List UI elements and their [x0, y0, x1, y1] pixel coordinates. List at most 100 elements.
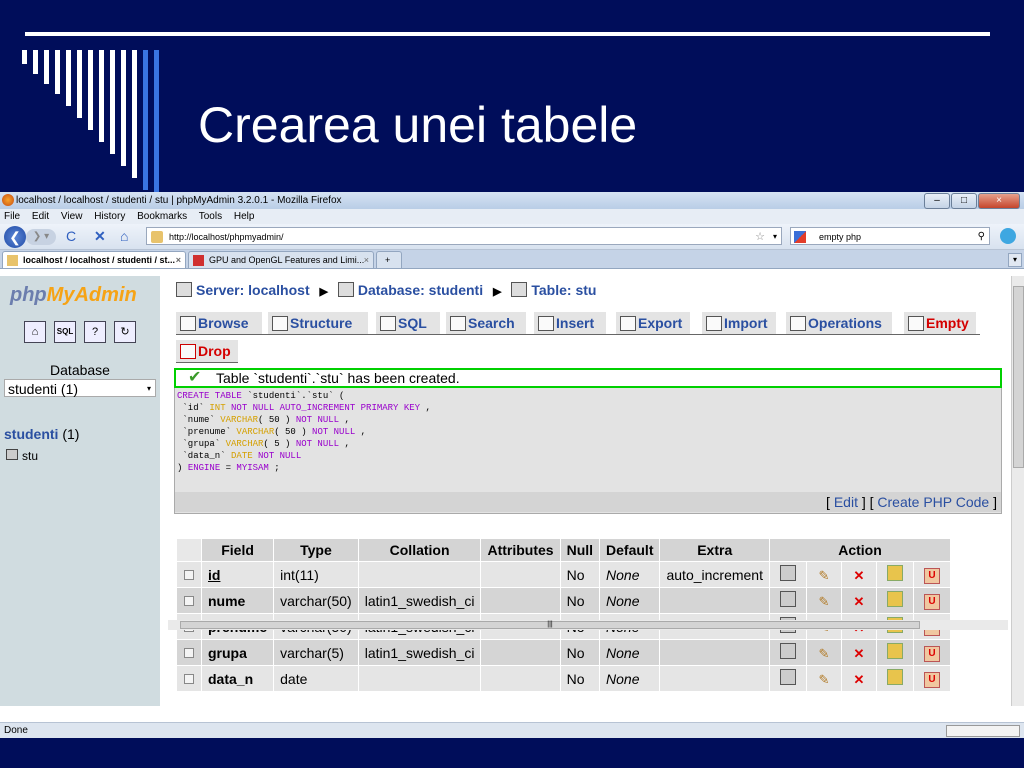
reload-icon[interactable]: ↻: [114, 321, 136, 343]
row-checkbox[interactable]: [184, 673, 194, 684]
field-collation: [358, 562, 481, 587]
tab-operations[interactable]: Operations: [786, 312, 892, 334]
col-type: Type: [274, 539, 358, 561]
browse-icon: [180, 316, 196, 331]
stop-icon[interactable]: ✕: [94, 228, 106, 244]
edit-sql-link[interactable]: Edit: [834, 494, 858, 510]
browse-distinct-icon[interactable]: [780, 669, 796, 685]
edit-pencil-icon[interactable]: ✎: [817, 672, 831, 687]
unique-icon[interactable]: U: [924, 646, 940, 662]
tab-gpu-features[interactable]: GPU and OpenGL Features and Limi... ×: [188, 251, 374, 268]
sql-query-box: CREATE TABLE `studenti`.`stu` ( `id` INT…: [174, 388, 1002, 514]
sql-query-icon[interactable]: SQL: [54, 321, 76, 343]
menu-tools[interactable]: Tools: [199, 211, 222, 222]
tab-phpmyadmin[interactable]: localhost / localhost / studenti / st...…: [2, 251, 186, 268]
reload-icon[interactable]: C: [66, 228, 76, 244]
breadcrumb-server[interactable]: Server: localhost: [196, 282, 310, 298]
phpmyadmin-logo[interactable]: phpMyAdmin: [10, 284, 137, 307]
edit-pencil-icon[interactable]: ✎: [817, 646, 831, 661]
minimize-button[interactable]: –: [924, 193, 950, 209]
row-checkbox[interactable]: [184, 569, 194, 580]
col-action: Action: [770, 539, 950, 561]
field-name[interactable]: id: [208, 567, 220, 583]
close-tab-icon[interactable]: ×: [364, 252, 369, 269]
tab-export[interactable]: Export: [616, 312, 690, 334]
menu-edit[interactable]: Edit: [32, 211, 49, 222]
tab-insert[interactable]: Insert: [534, 312, 606, 334]
tab-drop[interactable]: Drop: [176, 340, 238, 362]
breadcrumb-table[interactable]: Table: stu: [531, 282, 596, 298]
close-tab-icon[interactable]: ×: [176, 252, 181, 269]
field-extra: [660, 640, 769, 665]
tab-sql[interactable]: SQL: [376, 312, 440, 334]
database-link[interactable]: studenti (1): [4, 426, 79, 442]
breadcrumb-database[interactable]: Database: studenti: [358, 282, 483, 298]
forward-button[interactable]: ❯ ▾: [26, 229, 56, 245]
url-dropdown-icon[interactable]: ▾: [773, 228, 777, 246]
browse-distinct-icon[interactable]: [780, 591, 796, 607]
status-panel: [946, 725, 1020, 737]
database-select[interactable]: studenti (1) ▾: [4, 379, 156, 397]
field-type: varchar(50): [274, 588, 358, 613]
close-window-button[interactable]: ×: [978, 193, 1020, 209]
menu-view[interactable]: View: [61, 211, 83, 222]
new-tab-button[interactable]: +: [376, 251, 402, 268]
table-row: id int(11) No None auto_increment ✎ ✕ U: [177, 562, 950, 587]
database-name[interactable]: studenti: [4, 426, 58, 442]
col-default: Default: [600, 539, 660, 561]
export-icon: [620, 316, 636, 331]
drop-x-icon[interactable]: ✕: [852, 568, 866, 583]
home-icon[interactable]: ⌂: [24, 321, 46, 343]
drop-x-icon[interactable]: ✕: [852, 672, 866, 687]
primary-key-icon[interactable]: [887, 565, 903, 581]
search-engine-icon[interactable]: [794, 231, 806, 243]
create-php-code-link[interactable]: Create PHP Code: [877, 494, 989, 510]
search-icon[interactable]: ⚲: [978, 228, 985, 246]
primary-key-icon[interactable]: [887, 591, 903, 607]
url-bar[interactable]: http://localhost/phpmyadmin/ ☆ ▾: [146, 227, 782, 245]
row-checkbox[interactable]: [184, 595, 194, 606]
tab-structure[interactable]: Structure: [268, 312, 368, 334]
edit-pencil-icon[interactable]: ✎: [817, 594, 831, 609]
field-extra: auto_increment: [660, 562, 769, 587]
browse-distinct-icon[interactable]: [780, 565, 796, 581]
home-icon[interactable]: ⌂: [120, 228, 128, 244]
field-default: None: [600, 640, 660, 665]
back-button[interactable]: ❮: [4, 226, 26, 248]
primary-key-icon[interactable]: [887, 643, 903, 659]
sidebar-table-stu[interactable]: stu: [6, 449, 38, 463]
url-text: http://localhost/phpmyadmin/: [169, 232, 284, 242]
drop-x-icon[interactable]: ✕: [852, 594, 866, 609]
menu-file[interactable]: File: [4, 211, 20, 222]
maximize-button[interactable]: □: [951, 193, 977, 209]
drop-x-icon[interactable]: ✕: [852, 646, 866, 661]
unique-icon[interactable]: U: [924, 672, 940, 688]
primary-key-icon[interactable]: [887, 669, 903, 685]
pdf-favicon: [193, 255, 204, 266]
menu-bookmarks[interactable]: Bookmarks: [137, 211, 187, 222]
scrollbar-thumb[interactable]: [1013, 286, 1024, 468]
tab-search[interactable]: Search: [446, 312, 526, 334]
skype-icon[interactable]: [1000, 228, 1016, 244]
browse-distinct-icon[interactable]: [780, 643, 796, 659]
tab-list-icon[interactable]: ▾: [1008, 253, 1022, 267]
tab-browse[interactable]: Browse: [176, 312, 262, 334]
search-box[interactable]: empty php ⚲: [790, 227, 990, 245]
chevron-down-icon: ▾: [146, 384, 151, 393]
tab-import[interactable]: Import: [702, 312, 776, 334]
field-type: varchar(5): [274, 640, 358, 665]
vertical-scrollbar[interactable]: [1011, 276, 1024, 706]
menu-help[interactable]: Help: [234, 211, 255, 222]
operations-icon: [790, 316, 806, 331]
field-null: No: [560, 588, 600, 613]
unique-icon[interactable]: U: [924, 568, 940, 584]
menu-history[interactable]: History: [94, 211, 125, 222]
bookmark-star-icon[interactable]: ☆: [755, 228, 765, 246]
row-checkbox[interactable]: [184, 647, 194, 658]
scrollbar-thumb[interactable]: |||: [180, 621, 920, 629]
tab-empty[interactable]: Empty: [904, 312, 976, 334]
edit-pencil-icon[interactable]: ✎: [817, 568, 831, 583]
docs-icon[interactable]: ?: [84, 321, 106, 343]
horizontal-scrollbar[interactable]: |||: [168, 620, 1008, 630]
unique-icon[interactable]: U: [924, 594, 940, 610]
